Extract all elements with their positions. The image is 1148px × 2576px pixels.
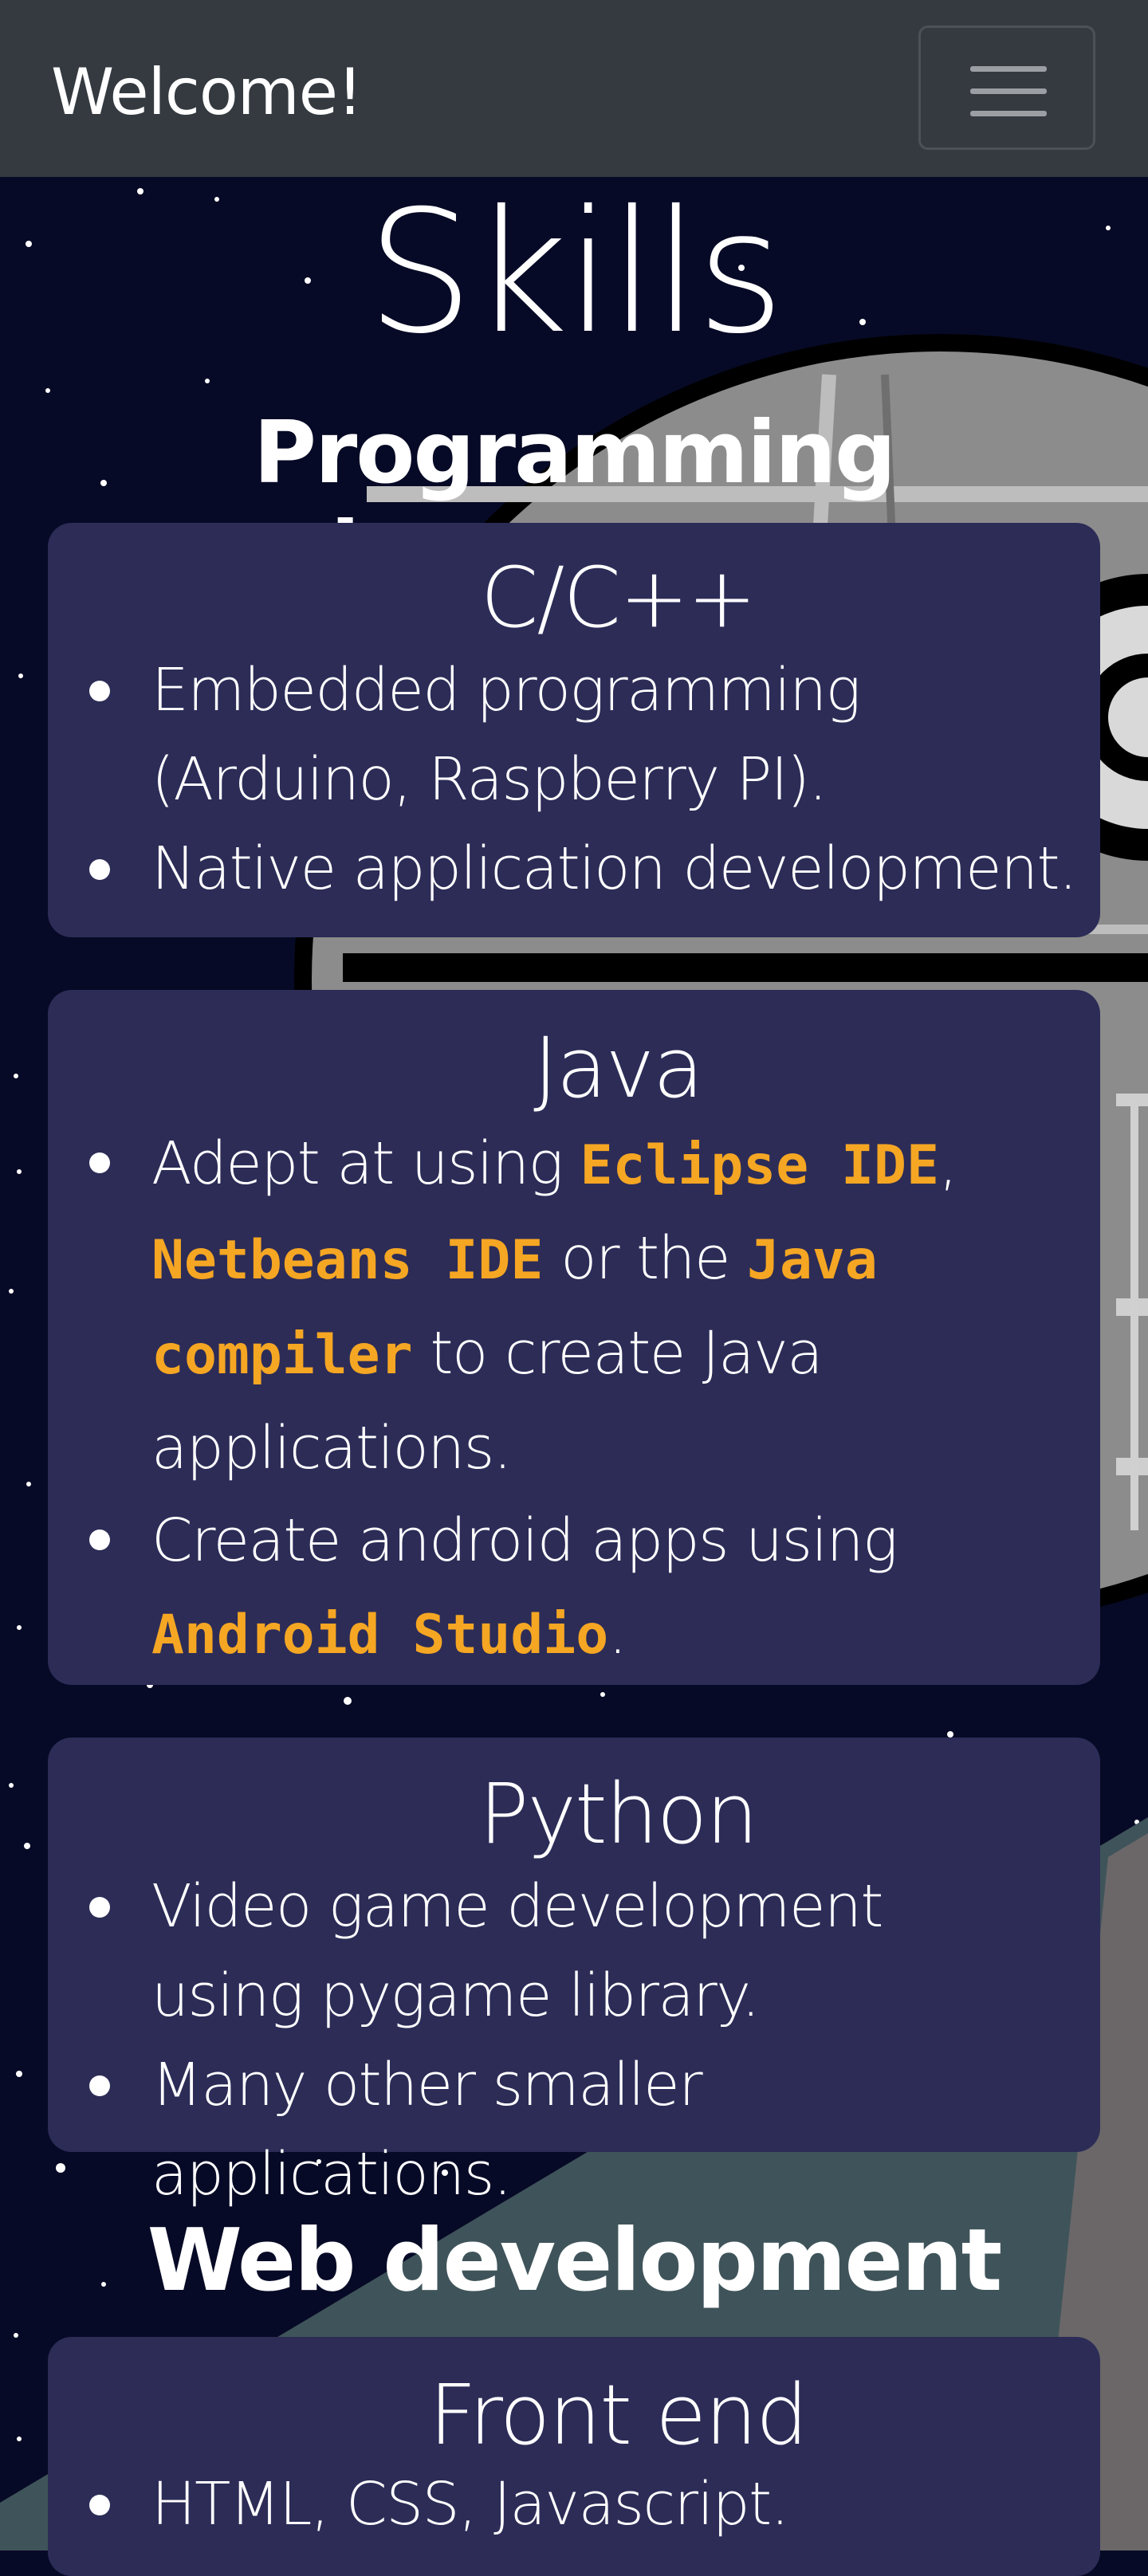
list-item: Adept at using Eclipse IDE, Netbeans IDE… [89, 1117, 1100, 1494]
list-item-text: Adept at using [151, 1129, 580, 1198]
skill-list: Embedded programming (Arduino, Raspberry… [48, 646, 1100, 913]
list-item-text: , [938, 1129, 958, 1198]
highlight-compiler: compiler [151, 1324, 413, 1387]
hamburger-menu-icon [970, 88, 1047, 94]
card-title: Python [478, 1765, 759, 1863]
list-item-text: applications. [151, 1414, 512, 1482]
highlight-netbeans: Netbeans IDE [151, 1229, 544, 1292]
navbar-toggle-button[interactable] [918, 26, 1095, 150]
section-title-web: Web development [147, 2211, 1002, 2311]
hamburger-menu-icon [970, 111, 1047, 116]
page-title: Skills [366, 174, 785, 371]
list-item-text: or the [543, 1224, 747, 1293]
list-item: Create android apps using Android Studio… [89, 1494, 1100, 1682]
list-item: Native application development. [89, 824, 1100, 913]
list-item-text: . [608, 1599, 627, 1667]
navbar: Welcome! [0, 0, 1148, 177]
skill-list: Video game development using pygame libr… [48, 1862, 1100, 2219]
highlight-java: Java [747, 1229, 878, 1292]
card-title: Front end [428, 2366, 808, 2464]
navbar-brand[interactable]: Welcome! [51, 56, 363, 129]
highlight-eclipse: Eclipse IDE [580, 1134, 939, 1197]
list-item: Embedded programming (Arduino, Raspberry… [89, 646, 1100, 824]
card-title: Java [533, 1019, 704, 1117]
list-item-text: to create Java [412, 1319, 824, 1388]
skill-list: HTML, CSS, Javascript. [48, 2460, 1100, 2549]
list-item-text: Create android apps using [151, 1506, 898, 1575]
main-content: Skills Programming languages C/C++ Embed… [0, 0, 1148, 2576]
skill-card-cpp: C/C++ Embedded programming (Arduino, Ras… [48, 523, 1100, 937]
highlight-android-studio: Android Studio [151, 1604, 609, 1667]
hamburger-menu-icon [970, 66, 1047, 72]
list-item: HTML, CSS, Javascript. [89, 2460, 1100, 2549]
list-item: Many other smaller applications. [89, 2040, 1028, 2219]
skill-card-python: Python Video game development using pyga… [48, 1738, 1100, 2209]
skill-list: Adept at using Eclipse IDE, Netbeans IDE… [48, 1117, 1100, 1682]
list-item: Video game development using pygame libr… [89, 1862, 1028, 2040]
skill-card-frontend: Front end HTML, CSS, Javascript. [48, 2337, 1100, 2576]
skill-card-java: Java Adept at using Eclipse IDE, Netbean… [48, 990, 1100, 1685]
card-title: C/C++ [480, 549, 757, 646]
